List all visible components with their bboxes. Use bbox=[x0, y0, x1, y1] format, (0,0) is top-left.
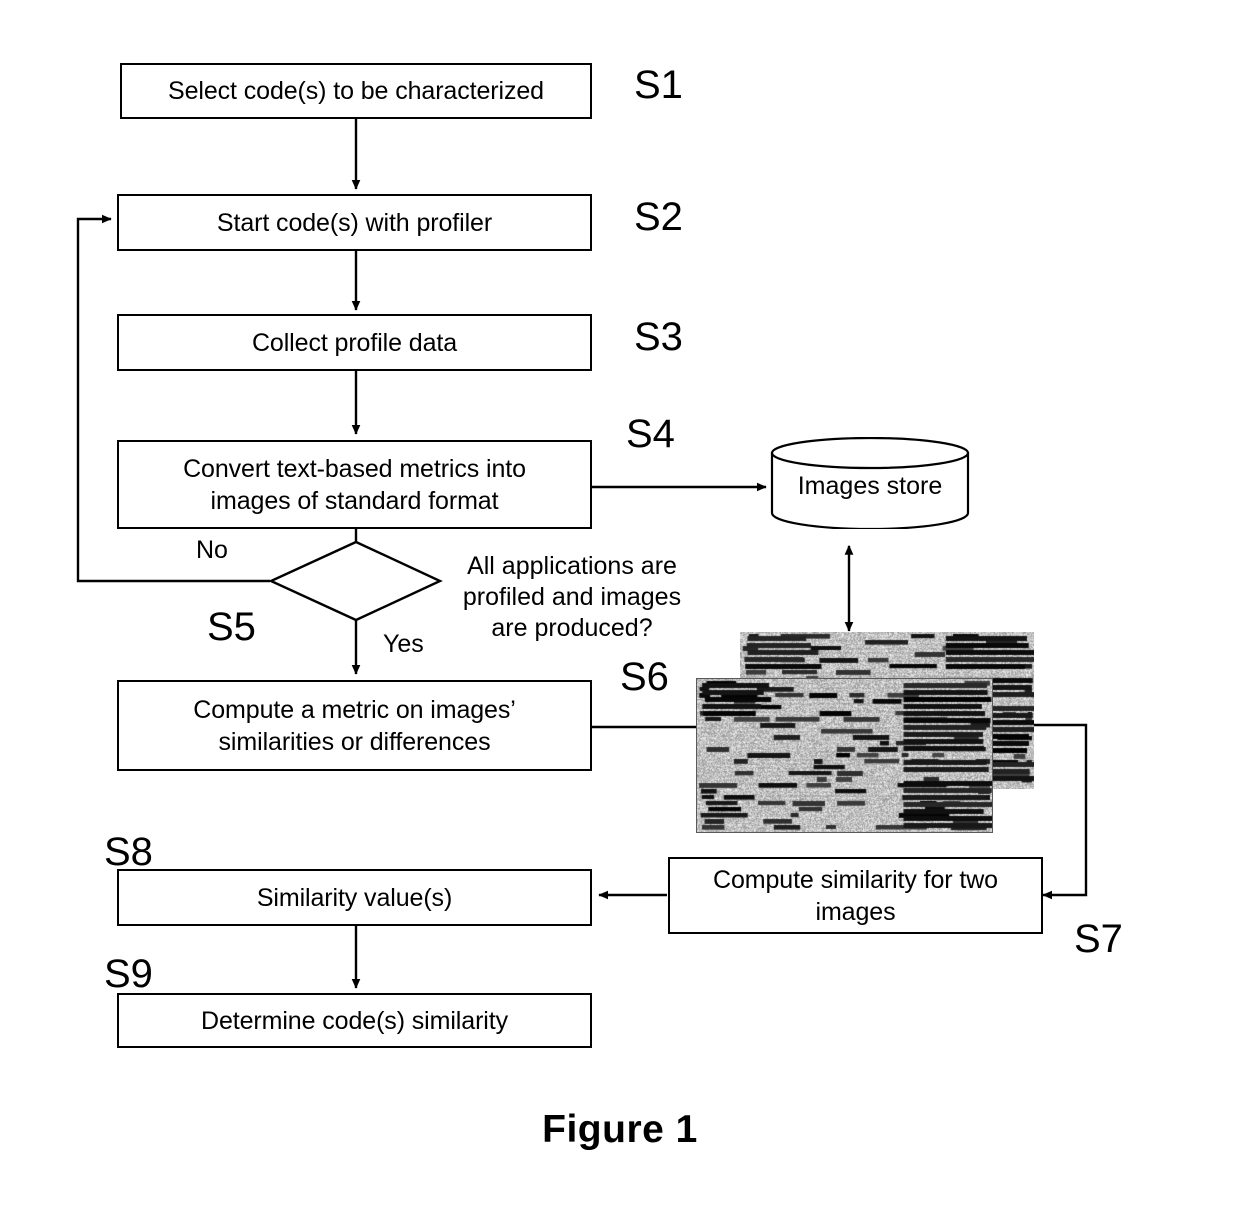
process-box-label: Select code(s) to be characterized bbox=[168, 77, 544, 105]
step-id-s7: S7 bbox=[1074, 917, 1123, 961]
process-box-label: Determine code(s) similarity bbox=[201, 1006, 508, 1035]
datastore-images-store[interactable]: Images store bbox=[770, 436, 970, 531]
process-box-label: Similarity value(s) bbox=[256, 883, 453, 912]
step-id-s3: S3 bbox=[634, 315, 683, 359]
step-id-s5: S5 bbox=[207, 605, 256, 649]
process-box-label: Compute a metric on images’ similarities… bbox=[193, 695, 516, 756]
step-id-s9: S9 bbox=[104, 952, 153, 996]
process-box-label: Compute similarity for two images bbox=[713, 865, 998, 926]
step-id-s6: S6 bbox=[620, 655, 669, 699]
process-box-determine-similarity[interactable]: Determine code(s) similarity bbox=[117, 993, 592, 1048]
edge-label-yes: Yes bbox=[383, 630, 424, 658]
process-box-select-codes[interactable]: Select code(s) to be characterized bbox=[120, 63, 592, 119]
process-box-similarity-values[interactable]: Similarity value(s) bbox=[117, 869, 592, 926]
process-box-label: Start code(s) with profiler bbox=[216, 208, 493, 237]
figure-canvas: Select code(s) to be characterized Start… bbox=[0, 0, 1240, 1225]
figure-caption: Figure 1 bbox=[542, 1108, 698, 1151]
step-id-s1: S1 bbox=[634, 63, 683, 107]
edge-label-no: No bbox=[196, 536, 228, 564]
process-box-label: Collect profile data bbox=[251, 328, 458, 357]
process-box-start-profiler[interactable]: Start code(s) with profiler bbox=[117, 194, 592, 251]
process-box-convert-metrics[interactable]: Convert text-based metrics into images o… bbox=[117, 440, 592, 529]
process-box-compute-metric[interactable]: Compute a metric on images’ similarities… bbox=[117, 680, 592, 771]
profile-image-front-canvas bbox=[697, 679, 992, 832]
datastore-label: Images store bbox=[797, 471, 943, 500]
profile-image-front[interactable] bbox=[696, 678, 993, 833]
decision-question-text: All applications are profiled and images… bbox=[462, 552, 682, 642]
process-box-collect-profile-data[interactable]: Collect profile data bbox=[117, 314, 592, 371]
process-box-compute-similarity-two-images[interactable]: Compute similarity for two images bbox=[668, 857, 1043, 934]
step-id-s2: S2 bbox=[634, 195, 683, 239]
decision-diamond-s5 bbox=[268, 540, 443, 622]
process-box-label: Convert text-based metrics into images o… bbox=[183, 454, 526, 515]
step-id-s4: S4 bbox=[626, 412, 675, 456]
step-id-s8: S8 bbox=[104, 830, 153, 874]
